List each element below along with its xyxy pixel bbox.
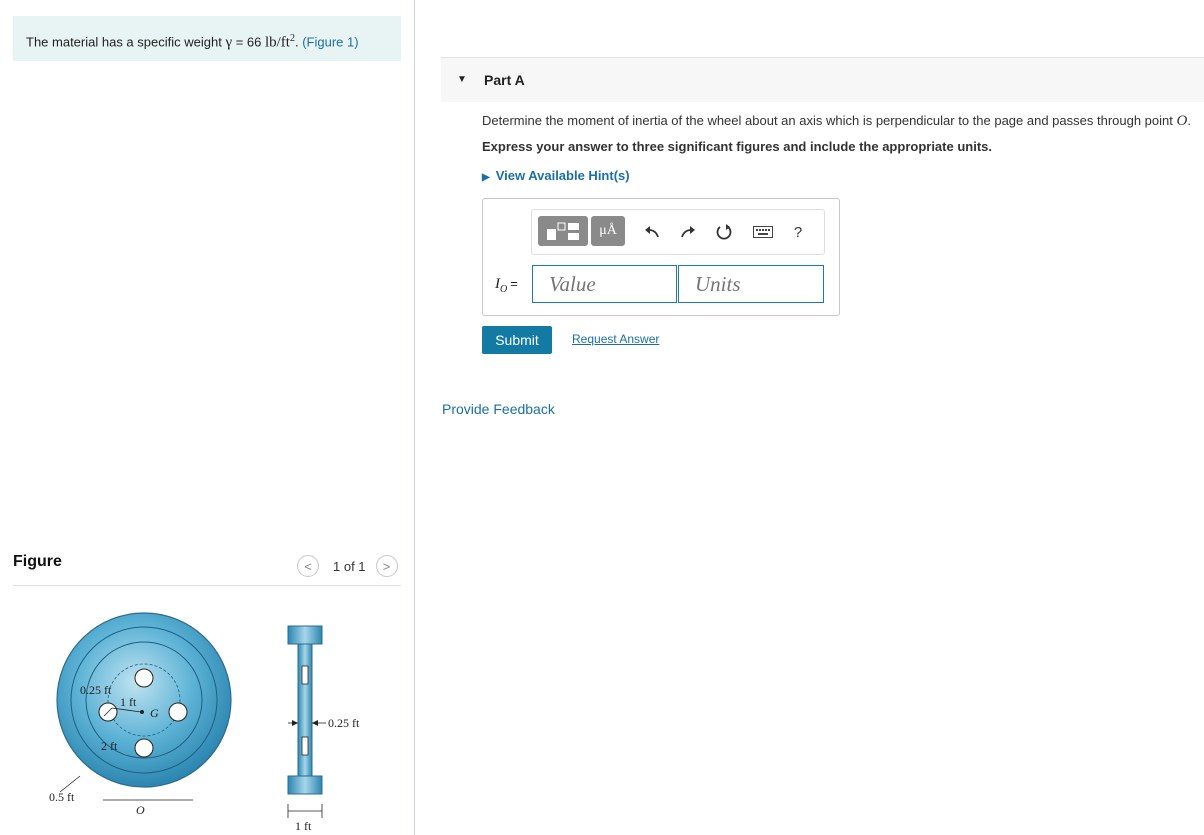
section-top-rim	[287, 625, 323, 645]
part-a-header[interactable]: ▼ Part A	[441, 57, 1204, 102]
reset-button[interactable]	[712, 220, 736, 244]
label-pitch-radius: 1 ft	[120, 695, 137, 709]
question-text: Determine the moment of inertia of the w…	[482, 113, 1191, 130]
math-toolbar: μÅ ?	[531, 209, 825, 255]
view-hints-link[interactable]: ▶ View Available Hint(s)	[482, 168, 630, 183]
chevron-right-icon: >	[382, 558, 391, 574]
label-web-thickness: 0.25 ft	[328, 716, 360, 730]
hole-right	[168, 702, 188, 722]
undo-icon	[645, 226, 659, 238]
units-button[interactable]: μÅ	[591, 216, 625, 246]
caret-right-icon: ▶	[482, 172, 490, 183]
value-input[interactable]	[532, 265, 677, 303]
collapse-triangle-icon[interactable]: ▼	[457, 74, 467, 85]
question-point: O	[1176, 113, 1188, 129]
keyboard-icon	[753, 226, 773, 238]
label-g: G	[150, 706, 159, 720]
label-hole-radius: 0.25 ft	[80, 683, 112, 697]
templates-icon	[547, 222, 579, 240]
reset-icon	[716, 224, 732, 240]
redo-button[interactable]	[676, 220, 700, 244]
keyboard-button[interactable]	[750, 220, 776, 244]
section-web	[297, 643, 313, 777]
wheel-outer-circle	[56, 612, 232, 788]
pane-divider	[414, 0, 415, 835]
hole-bottom	[134, 738, 154, 758]
mu-angstrom-icon: μÅ	[599, 223, 617, 238]
templates-button[interactable]	[538, 216, 588, 246]
label-o: O	[136, 803, 145, 817]
figure-title: Figure	[13, 553, 62, 570]
redo-icon	[681, 226, 695, 238]
label-rim-width: 1 ft	[295, 819, 312, 833]
figure-pager: < 1 of 1 >	[297, 555, 398, 577]
help-icon: ?	[793, 223, 803, 241]
submit-button[interactable]: Submit	[482, 326, 552, 354]
next-figure-button[interactable]: >	[375, 555, 398, 577]
left-pane: The material has a specific weight γ = 6…	[0, 0, 414, 835]
hint-label: View Available Hint(s)	[495, 168, 630, 183]
io-subscript: O	[500, 284, 508, 295]
problem-unit: lb/ft	[264, 34, 290, 51]
chevron-left-icon: <	[304, 558, 312, 574]
question-end: .	[1187, 113, 1191, 128]
io-label: IO =	[495, 276, 518, 295]
answer-box: μÅ ? IO =	[482, 198, 840, 316]
problem-statement: The material has a specific weight γ = 6…	[13, 16, 401, 61]
section-bottom-rim	[287, 775, 323, 795]
part-title: Part A	[484, 72, 525, 88]
provide-feedback-link[interactable]: Provide Feedback	[442, 401, 555, 417]
units-input[interactable]	[678, 265, 824, 303]
problem-text: The material has a specific weight	[26, 34, 226, 50]
io-equals: =	[510, 276, 518, 291]
label-outer-width: 0.5 ft	[49, 790, 75, 804]
figure-link[interactable]: (Figure 1)	[302, 34, 358, 49]
question-body: Determine the moment of inertia of the w…	[482, 113, 1177, 128]
wheel-figure: 0.25 ft 1 ft G 2 ft 0.5 ft O 0.25 ft 1 f…	[49, 612, 360, 833]
undo-button[interactable]	[640, 220, 664, 244]
hole-top	[134, 668, 154, 688]
help-button[interactable]: ?	[786, 220, 810, 244]
problem-equals: = 66	[232, 34, 265, 50]
figure-count: 1 of 1	[333, 558, 366, 574]
prev-figure-button[interactable]: <	[297, 555, 319, 577]
label-inner-radius: 2 ft	[101, 739, 118, 753]
request-answer-link[interactable]: Request Answer	[572, 332, 659, 346]
instruction-text: Express your answer to three significant…	[482, 139, 992, 154]
figure-divider	[13, 585, 401, 586]
